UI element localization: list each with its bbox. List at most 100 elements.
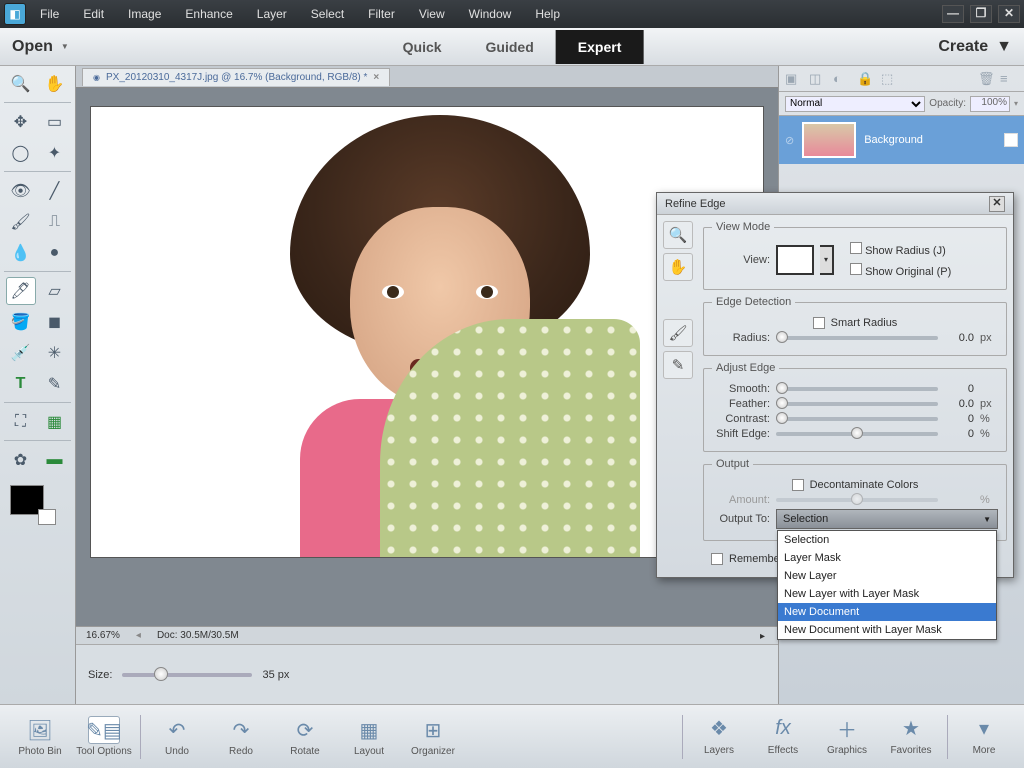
panel-menu-icon[interactable]: ≡ <box>1000 71 1018 87</box>
smart-brush-tool[interactable]: 🖌 <box>6 208 36 236</box>
remember-checkbox[interactable] <box>711 553 723 565</box>
document-tab[interactable]: ◉PX_20120310_4317J.jpg @ 16.7% (Backgrou… <box>82 68 390 86</box>
refine-radius-tool[interactable]: 🖌 <box>663 319 693 347</box>
option-new-layer-mask[interactable]: New Layer with Layer Mask <box>778 585 996 603</box>
decontaminate-checkbox[interactable] <box>792 479 804 491</box>
tool-options-button[interactable]: ✎▤Tool Options <box>72 716 136 757</box>
menu-image[interactable]: Image <box>118 3 171 25</box>
layout-button[interactable]: ▦Layout <box>337 716 401 757</box>
dialog-close-button[interactable]: ✕ <box>989 196 1005 212</box>
option-new-document-mask[interactable]: New Document with Layer Mask <box>778 621 996 639</box>
zoom-level: 16.67% <box>86 630 120 641</box>
brush-tool[interactable]: 🖊 <box>6 277 36 305</box>
smooth-label: Smooth: <box>712 383 770 395</box>
menu-help[interactable]: Help <box>525 3 570 25</box>
more-button[interactable]: ▾More <box>952 715 1016 759</box>
option-new-document[interactable]: New Document <box>778 603 996 621</box>
erase-refinements-tool[interactable]: ✎ <box>663 351 693 379</box>
view-dropdown[interactable]: ▾ <box>820 245 834 275</box>
contrast-slider[interactable] <box>776 417 938 421</box>
clone-stamp-tool[interactable]: ⎍ <box>40 208 70 236</box>
opacity-value[interactable]: 100% <box>970 96 1010 112</box>
feather-slider[interactable] <box>776 402 938 406</box>
size-slider[interactable] <box>122 673 252 677</box>
eraser-tool[interactable]: ▱ <box>40 277 70 305</box>
tab-expert[interactable]: Expert <box>556 30 644 64</box>
option-selection[interactable]: Selection <box>778 531 996 549</box>
feather-value: 0.0 <box>944 398 974 410</box>
lock-icon[interactable]: 🔒 <box>857 71 875 87</box>
pencil-tool[interactable]: ✎ <box>40 370 70 398</box>
menu-edit[interactable]: Edit <box>73 3 114 25</box>
layer-background[interactable]: 👁 ⊘ Background <box>779 116 1024 164</box>
option-layer-mask[interactable]: Layer Mask <box>778 549 996 567</box>
new-layer-icon[interactable]: ▣ <box>785 71 803 87</box>
create-button[interactable]: Create▼ <box>938 38 1012 56</box>
menu-enhance[interactable]: Enhance <box>175 3 242 25</box>
adjustment-icon[interactable]: ◐ <box>833 71 851 87</box>
organizer-button[interactable]: ⊞Organizer <box>401 716 465 757</box>
tab-guided[interactable]: Guided <box>464 30 556 64</box>
smart-radius-checkbox[interactable] <box>813 317 825 329</box>
undo-button[interactable]: ↶Undo <box>145 716 209 757</box>
new-group-icon[interactable]: ◫ <box>809 71 827 87</box>
effects-panel-button[interactable]: fxEffects <box>751 715 815 759</box>
menu-filter[interactable]: Filter <box>358 3 405 25</box>
feather-label: Feather: <box>712 398 770 410</box>
output-to-label: Output To: <box>712 513 770 525</box>
maximize-button[interactable]: ❐ <box>970 5 992 23</box>
option-new-layer[interactable]: New Layer <box>778 567 996 585</box>
menu-view[interactable]: View <box>409 3 455 25</box>
trash-icon[interactable]: 🗑 <box>978 71 996 87</box>
close-button[interactable]: ✕ <box>998 5 1020 23</box>
gradient-tool[interactable]: ◼ <box>40 308 70 336</box>
show-original-checkbox[interactable] <box>850 263 862 275</box>
spot-heal-tool[interactable]: ╱ <box>40 177 70 205</box>
shift-edge-label: Shift Edge: <box>712 428 770 440</box>
shift-edge-slider[interactable] <box>776 432 938 436</box>
sponge-tool[interactable]: ● <box>40 239 70 267</box>
crop-tool[interactable]: ⛶ <box>6 408 36 436</box>
type-tool[interactable]: T <box>6 370 36 398</box>
photo-bin-button[interactable]: 🖼Photo Bin <box>8 716 72 757</box>
tab-quick[interactable]: Quick <box>381 30 464 64</box>
output-to-select[interactable]: Selection▼ Selection Layer Mask New Laye… <box>776 509 998 529</box>
minimize-button[interactable]: — <box>942 5 964 23</box>
layers-panel-button[interactable]: ❖Layers <box>687 715 751 759</box>
cookie-cutter-tool[interactable]: ✿ <box>6 446 36 474</box>
color-swatch[interactable] <box>10 485 56 525</box>
dialog-hand-tool[interactable]: ✋ <box>663 253 693 281</box>
redo-button[interactable]: ↷Redo <box>209 716 273 757</box>
quick-select-tool[interactable]: ✦ <box>40 139 70 167</box>
move-tool[interactable]: ✥ <box>6 108 36 136</box>
open-button[interactable]: Open▼ <box>12 38 69 56</box>
paint-bucket-tool[interactable]: 🪣 <box>6 308 36 336</box>
menu-select[interactable]: Select <box>301 3 354 25</box>
decontaminate-label: Decontaminate Colors <box>810 479 919 491</box>
shape-tool[interactable]: ✳ <box>40 339 70 367</box>
blend-mode-select[interactable]: Normal <box>785 96 925 112</box>
graphics-panel-button[interactable]: ＋Graphics <box>815 715 879 759</box>
eyedropper-tool[interactable]: 💉 <box>6 339 36 367</box>
smooth-slider[interactable] <box>776 387 938 391</box>
lasso-tool[interactable]: ◯ <box>6 139 36 167</box>
favorites-panel-button[interactable]: ★Favorites <box>879 715 943 759</box>
menu-window[interactable]: Window <box>459 3 522 25</box>
hand-tool[interactable]: ✋ <box>40 70 70 98</box>
radius-slider[interactable] <box>776 336 938 340</box>
link-icon[interactable]: ⬚ <box>881 71 899 87</box>
show-radius-checkbox[interactable] <box>850 242 862 254</box>
close-doc-icon[interactable]: × <box>373 72 379 83</box>
marquee-tool[interactable]: ▭ <box>40 108 70 136</box>
blur-tool[interactable]: 💧 <box>6 239 36 267</box>
menu-layer[interactable]: Layer <box>247 3 297 25</box>
rotate-button[interactable]: ⟳Rotate <box>273 716 337 757</box>
redeye-tool[interactable]: 👁 <box>6 177 36 205</box>
zoom-tool[interactable]: 🔍 <box>6 70 36 98</box>
show-radius-label: Show Radius (J) <box>865 245 946 257</box>
recompose-tool[interactable]: ▦ <box>40 408 70 436</box>
menu-file[interactable]: File <box>30 3 69 25</box>
dialog-zoom-tool[interactable]: 🔍 <box>663 221 693 249</box>
straighten-tool[interactable]: ▬ <box>40 446 70 474</box>
view-thumbnail[interactable] <box>776 245 814 275</box>
